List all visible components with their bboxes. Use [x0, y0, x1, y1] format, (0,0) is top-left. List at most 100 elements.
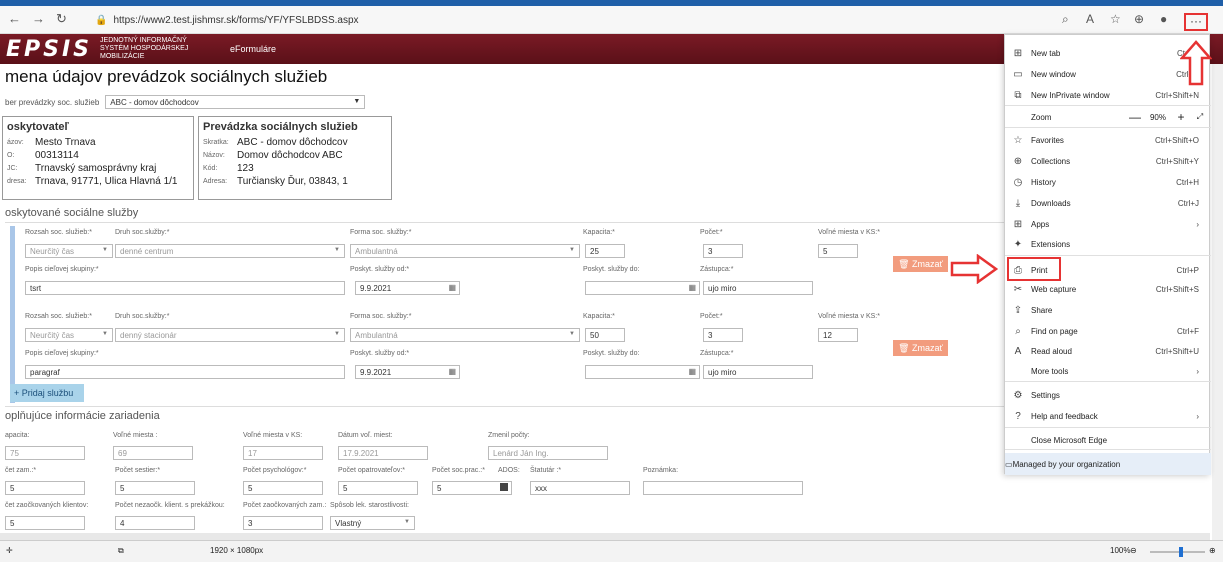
- menu-item-label: Downloads: [1031, 198, 1071, 208]
- print-highlight-box: [1007, 257, 1061, 281]
- back-icon[interactable]: ←: [8, 11, 21, 26]
- extra-field-input[interactable]: 3: [243, 516, 323, 530]
- fullscreen-icon[interactable]: ⤢: [1189, 112, 1211, 122]
- menu-item-new-inprivate-window[interactable]: ⧉ New InPrivate window Ctrl+Shift+N: [1005, 85, 1211, 105]
- forward-icon[interactable]: →: [32, 11, 45, 26]
- service-from-date[interactable]: 9.9.2021 ▦: [355, 281, 460, 295]
- free-places-input[interactable]: 5: [818, 244, 858, 258]
- extra-field-input[interactable]: 17.9.2021: [338, 446, 428, 460]
- extra-field-input[interactable]: xxx: [530, 481, 630, 495]
- extra-field-input[interactable]: 5: [115, 481, 195, 495]
- address-bar[interactable]: 🔒 https://www2.test.jishmsr.sk/forms/YF/…: [95, 10, 975, 30]
- zoom-out-button[interactable]: —: [1127, 110, 1143, 124]
- scope-select-value: Neurčitý čas: [30, 247, 75, 256]
- service-type-select[interactable]: denné centrum ▼: [115, 244, 345, 258]
- representative-input[interactable]: ujo miro: [703, 281, 813, 295]
- service-form-select-value: Ambulantná: [355, 247, 398, 256]
- menu-item-settings[interactable]: ⚙ Settings: [1005, 385, 1211, 405]
- add-service-button[interactable]: + Pridaj službu: [10, 384, 84, 402]
- extra-field-input[interactable]: 4: [115, 516, 195, 530]
- menu-item-extensions[interactable]: ✦ Extensions: [1005, 234, 1211, 254]
- menu-item-read-aloud[interactable]: A Read aloud Ctrl+Shift+U: [1005, 341, 1211, 361]
- menu-item-label: Apps: [1031, 219, 1050, 229]
- operation-select[interactable]: ABC - domov dôchodcov ▼: [105, 95, 366, 109]
- extra-field-input[interactable]: 5: [243, 481, 323, 495]
- menu-item-close-microsoft-edge[interactable]: Close Microsoft Edge: [1005, 430, 1211, 450]
- calendar-icon[interactable]: ▦: [688, 283, 696, 292]
- profile-icon[interactable]: ●: [1160, 12, 1167, 26]
- count-input[interactable]: 3: [703, 328, 743, 342]
- zoom-slider[interactable]: [1150, 547, 1205, 557]
- provider-field-label: JC:: [7, 165, 18, 172]
- service-type-select-value: denné centrum: [120, 247, 174, 256]
- zoom-in-icon[interactable]: ⊕: [1209, 546, 1216, 555]
- settings-more-button[interactable]: ···: [1184, 13, 1208, 31]
- menu-item-apps[interactable]: ⊞ Apps ›: [1005, 214, 1211, 234]
- extra-field-value: 69: [118, 449, 127, 458]
- service-form-select[interactable]: Ambulantná ▼: [350, 328, 580, 342]
- zoom-slider-thumb[interactable]: [1179, 547, 1183, 557]
- extra-field-input[interactable]: 69: [113, 446, 193, 460]
- count-input[interactable]: 3: [703, 244, 743, 258]
- target-group-input[interactable]: paragraf: [25, 365, 345, 379]
- menu-item-find-on-page[interactable]: ⌕ Find on page Ctrl+F: [1005, 321, 1211, 341]
- service-from-date[interactable]: 9.9.2021 ▦: [355, 365, 460, 379]
- extra-field-input[interactable]: 17: [243, 446, 323, 460]
- collections-icon[interactable]: ⊕: [1134, 12, 1144, 26]
- menu-item-share[interactable]: ⇪ Share: [1005, 300, 1211, 320]
- extra-field-value: 4: [120, 519, 125, 528]
- extra-field-label: Spôsob lek. starostlivosti:: [330, 502, 409, 509]
- extra-field-input[interactable]: 75: [5, 446, 85, 460]
- capacity-input[interactable]: 25: [585, 244, 625, 258]
- field-label: Zástupca:*: [700, 350, 734, 357]
- calendar-icon[interactable]: ▦: [688, 367, 696, 376]
- capacity-input[interactable]: 50: [585, 328, 625, 342]
- field-label: Počet:*: [700, 313, 723, 320]
- menu-item-history[interactable]: ◷ History Ctrl+H: [1005, 172, 1211, 192]
- extra-field-input[interactable]: 5: [5, 481, 85, 495]
- scope-select[interactable]: Neurčitý čas ▼: [25, 328, 113, 342]
- service-to-date[interactable]: ▦: [585, 281, 700, 295]
- target-group-input[interactable]: tsrt: [25, 281, 345, 295]
- zoom-readout: 100%: [1110, 546, 1131, 555]
- vertical-scrollbar[interactable]: [1212, 64, 1223, 540]
- extra-field-input[interactable]: [643, 481, 803, 495]
- free-places-input[interactable]: 12: [818, 328, 858, 342]
- menu-item-web-capture[interactable]: ✂ Web capture Ctrl+Shift+S: [1005, 279, 1211, 299]
- managed-by-org[interactable]: ▭ Managed by your organization: [1005, 453, 1211, 475]
- zoom-in-button[interactable]: +: [1173, 110, 1189, 124]
- service-form-select[interactable]: Ambulantná ▼: [350, 244, 580, 258]
- extra-field-label: čet zaočkovaných klientov:: [5, 502, 89, 509]
- extra-field-input[interactable]: 5: [338, 481, 418, 495]
- menu-item-shortcut: ›: [1196, 219, 1199, 229]
- extra-field-input[interactable]: 5: [5, 516, 85, 530]
- delete-service-button[interactable]: 🗑 Zmazať: [893, 256, 948, 272]
- menu-item-help-and-feedback[interactable]: ? Help and feedback ›: [1005, 406, 1211, 426]
- favorites-icon[interactable]: ☆: [1110, 12, 1121, 26]
- representative-input[interactable]: ujo miro: [703, 365, 813, 379]
- calendar-icon[interactable]: ▦: [448, 283, 456, 292]
- menu-item-favorites[interactable]: ☆ Favorites Ctrl+Shift+O: [1005, 130, 1211, 150]
- menu-item-more-tools[interactable]: More tools ›: [1005, 361, 1211, 381]
- calendar-icon[interactable]: ▦: [448, 367, 456, 376]
- zoom-icon[interactable]: ⌕: [1062, 12, 1069, 27]
- extra-field-input[interactable]: Vlastný ▼: [330, 516, 415, 530]
- service-type-select[interactable]: denný stacionár ▼: [115, 328, 345, 342]
- scope-select[interactable]: Neurčitý čas ▼: [25, 244, 113, 258]
- page-icon: ⧉: [118, 546, 124, 555]
- refresh-icon[interactable]: ↻: [56, 11, 67, 27]
- read-mode-icon[interactable]: A: [1086, 12, 1094, 26]
- menu-item-collections[interactable]: ⊕ Collections Ctrl+Shift+Y: [1005, 151, 1211, 171]
- field-label: Voľné miesta v KS:*: [818, 313, 880, 320]
- service-to-date[interactable]: ▦: [585, 365, 700, 379]
- services-title: oskytované sociálne služby: [5, 207, 139, 219]
- extra-field-label: apacita:: [5, 432, 30, 439]
- delete-service-button[interactable]: 🗑 Zmazať: [893, 340, 948, 356]
- extra-field-input[interactable]: Lenárd Ján Ing.: [488, 446, 608, 460]
- operation-row: Kód: 123: [203, 162, 387, 175]
- section-label[interactable]: eFormuláre: [230, 44, 276, 54]
- ados-checkbox[interactable]: [500, 483, 508, 491]
- zoom-out-icon[interactable]: ⊖: [1130, 546, 1137, 555]
- menu-item-downloads[interactable]: ⤓ Downloads Ctrl+J: [1005, 193, 1211, 213]
- menu-item-label: Close Microsoft Edge: [1031, 435, 1108, 445]
